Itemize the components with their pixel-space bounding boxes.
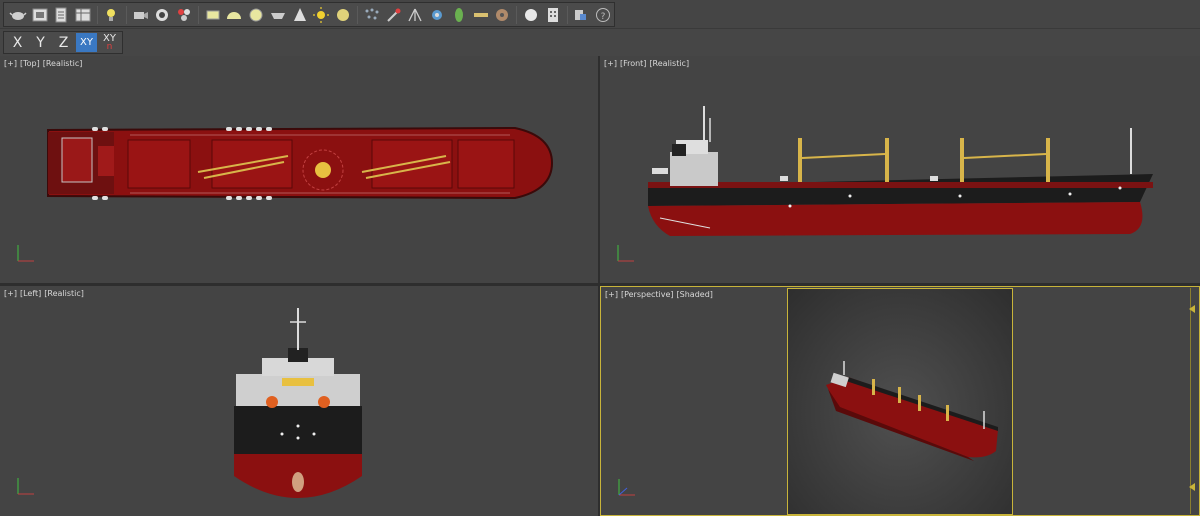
safe-frame bbox=[787, 288, 1013, 515]
constrain-y-button[interactable]: Y bbox=[30, 33, 51, 52]
ship-top-view bbox=[47, 126, 554, 200]
frame-marker-top-icon bbox=[1189, 305, 1195, 313]
viewport-shading-menu[interactable]: [Shaded] bbox=[677, 290, 713, 299]
magnet-icon: n bbox=[106, 41, 113, 52]
plane-icon[interactable] bbox=[202, 4, 224, 26]
scatter-icon[interactable] bbox=[361, 4, 383, 26]
material-editor-icon[interactable] bbox=[151, 4, 173, 26]
disc-icon[interactable] bbox=[332, 4, 354, 26]
ball-icon[interactable] bbox=[520, 4, 542, 26]
toolbar-separator bbox=[96, 5, 98, 24]
max-viewport-layout: ? X Y Z XY XY n [+] [Top] [Realistic] [+… bbox=[0, 0, 1200, 516]
sun-icon[interactable] bbox=[311, 4, 333, 26]
gear-sphere-icon[interactable] bbox=[491, 4, 513, 26]
viewport-perspective[interactable]: [+] [Perspective] [Shaded] bbox=[600, 286, 1200, 516]
sphere-icon[interactable] bbox=[245, 4, 267, 26]
viewport-left[interactable]: [+] [Left] [Realistic] bbox=[0, 286, 598, 516]
viewport-divider-horizontal[interactable] bbox=[0, 283, 1200, 286]
ship-perspective-view bbox=[826, 361, 998, 461]
axis-tripod-icon bbox=[617, 245, 634, 262]
viewport-point-of-view-menu[interactable]: [Perspective] bbox=[621, 290, 674, 299]
ship-left-view bbox=[234, 308, 362, 498]
bowl-icon[interactable] bbox=[267, 4, 289, 26]
ship-front-view bbox=[648, 106, 1153, 236]
axis-tripod-icon bbox=[17, 245, 34, 262]
viewport-front[interactable]: [+] [Front] [Realistic] bbox=[600, 56, 1200, 283]
calculator-icon[interactable] bbox=[542, 4, 564, 26]
toolbar-separator bbox=[357, 5, 359, 24]
light-icon[interactable] bbox=[101, 4, 123, 26]
svg-text:?: ? bbox=[601, 12, 606, 22]
paint-icon[interactable] bbox=[383, 4, 405, 26]
atom-icon[interactable] bbox=[426, 4, 448, 26]
viewport-plus-menu[interactable]: [+] bbox=[605, 290, 618, 299]
main-toolbar: ? bbox=[0, 0, 1200, 29]
layers-icon[interactable] bbox=[571, 4, 593, 26]
toolbar-strip: ? bbox=[3, 2, 615, 27]
teapot-render-icon[interactable] bbox=[7, 4, 29, 26]
viewport-divider-vertical[interactable] bbox=[598, 56, 600, 516]
xy-snap-toggle-button[interactable]: XY n bbox=[99, 33, 120, 52]
render-frame-icon[interactable] bbox=[29, 4, 51, 26]
camera-frame-track bbox=[1190, 288, 1191, 514]
render-table-icon[interactable] bbox=[72, 4, 94, 26]
axis-constraints-toolbar: X Y Z XY XY n bbox=[3, 31, 123, 54]
cone-icon[interactable] bbox=[289, 4, 311, 26]
toolbar-separator bbox=[566, 5, 568, 24]
dome-icon[interactable] bbox=[224, 4, 246, 26]
camera-icon[interactable] bbox=[130, 4, 152, 26]
leaf-icon[interactable] bbox=[448, 4, 470, 26]
constrain-z-button[interactable]: Z bbox=[53, 33, 74, 52]
help-icon[interactable]: ? bbox=[592, 4, 614, 26]
axis-tripod-icon bbox=[17, 478, 34, 495]
render-production-icon[interactable] bbox=[173, 4, 195, 26]
constrain-x-button[interactable]: X bbox=[7, 33, 28, 52]
frame-marker-bottom-icon bbox=[1189, 483, 1195, 491]
viewport-top[interactable]: [+] [Top] [Realistic] bbox=[0, 56, 598, 283]
axis-tripod-icon bbox=[618, 479, 635, 496]
toolbar-separator bbox=[197, 5, 199, 24]
viewport-label-perspective[interactable]: [+] [Perspective] [Shaded] bbox=[605, 290, 716, 299]
ruler-icon[interactable] bbox=[470, 4, 492, 26]
toolbar-separator bbox=[125, 5, 127, 24]
constrain-xy-button[interactable]: XY bbox=[76, 33, 97, 52]
tripod-icon[interactable] bbox=[404, 4, 426, 26]
render-setup-icon[interactable] bbox=[50, 4, 72, 26]
toolbar-separator bbox=[516, 5, 518, 24]
